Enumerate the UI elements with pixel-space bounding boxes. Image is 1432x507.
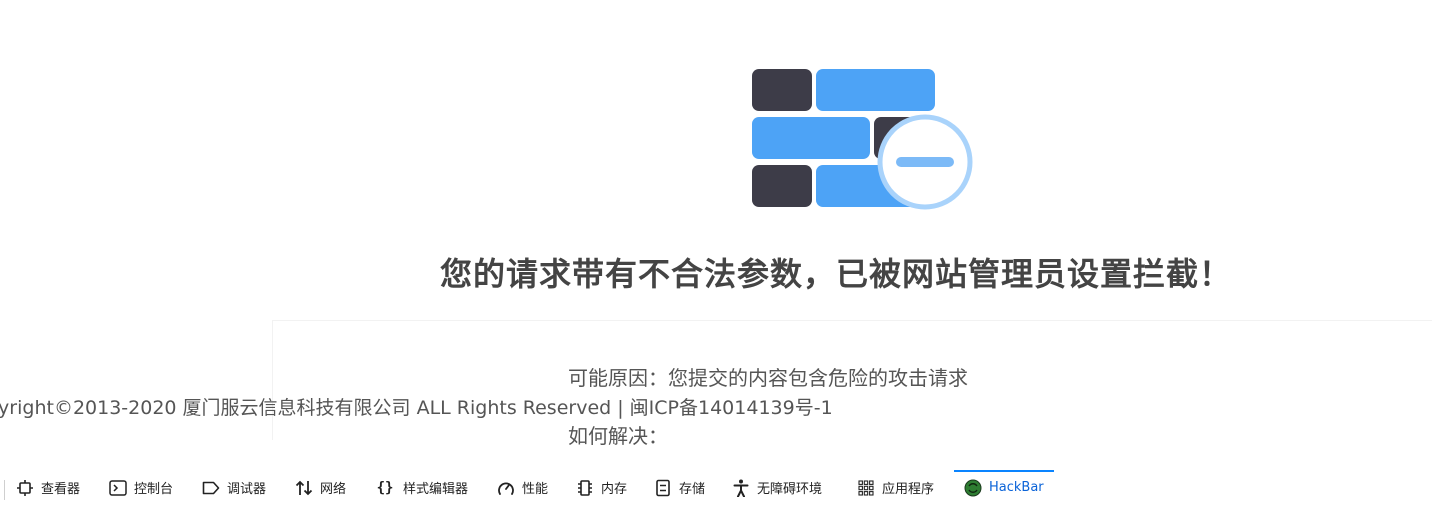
tab-memory[interactable]: 内存 [576, 468, 627, 507]
tab-label: 调试器 [227, 482, 267, 497]
tab-label: 内存 [601, 482, 628, 497]
minus-bar [896, 157, 954, 167]
tab-accessibility[interactable]: 无障碍环境 [732, 468, 822, 507]
tab-debugger[interactable]: 调试器 [202, 468, 266, 507]
tab-label: 存储 [679, 482, 706, 497]
accessibility-icon [732, 479, 750, 497]
hackbar-icon [964, 479, 982, 497]
tab-hackbar[interactable]: HackBar [954, 468, 1054, 507]
inspector-icon [16, 479, 34, 497]
possible-reason-text: 可能原因：您提交的内容包含危险的攻击请求 [568, 366, 968, 390]
tab-label: 控制台 [134, 482, 174, 497]
style-editor-icon: {} [376, 479, 394, 496]
network-icon [295, 479, 313, 497]
block-page: 您的请求带有不合法参数，已被网站管理员设置拦截！ 可能原因：您提交的内容包含危险… [0, 0, 1432, 462]
tab-application[interactable]: 应用程序 [857, 468, 934, 507]
memory-icon [576, 479, 594, 497]
devtools-toolbar: 查看器 控制台 调试器 网络 {} 样式编辑器 性能 内存 存储 无障碍环境 应… [0, 468, 1432, 507]
tab-storage[interactable]: 存储 [654, 468, 705, 507]
tab-label: 网络 [320, 482, 347, 497]
tab-label: 查看器 [41, 482, 81, 497]
brick [752, 165, 812, 207]
tab-network[interactable]: 网络 [295, 468, 346, 507]
tab-performance[interactable]: 性能 [497, 468, 548, 507]
tab-inspector[interactable]: 查看器 [16, 468, 80, 507]
divider [272, 320, 273, 440]
block-message-title: 您的请求带有不合法参数，已被网站管理员设置拦截！ [440, 255, 1233, 293]
performance-icon [497, 479, 515, 497]
tab-label: 无障碍环境 [757, 482, 823, 497]
tab-label: 应用程序 [882, 482, 935, 497]
copyright-text: pyright©2013-2020 厦门服云信息科技有限公司 ALL Right… [0, 397, 833, 419]
console-icon [109, 479, 127, 497]
tab-label: HackBar [989, 480, 1044, 495]
storage-icon [654, 479, 672, 497]
divider [272, 320, 1432, 321]
tab-label: 性能 [522, 482, 549, 497]
brick [816, 69, 935, 111]
application-icon [857, 479, 875, 497]
solution-label: 如何解决： [568, 424, 668, 448]
tab-label: 样式编辑器 [403, 482, 469, 497]
blocked-wall-icon [752, 69, 973, 210]
tab-console[interactable]: 控制台 [109, 468, 173, 507]
tab-style-editor[interactable]: {} 样式编辑器 [374, 468, 468, 507]
brick [752, 69, 812, 111]
toolbar-separator [4, 480, 5, 500]
brick [752, 117, 870, 159]
debugger-icon [202, 479, 220, 497]
